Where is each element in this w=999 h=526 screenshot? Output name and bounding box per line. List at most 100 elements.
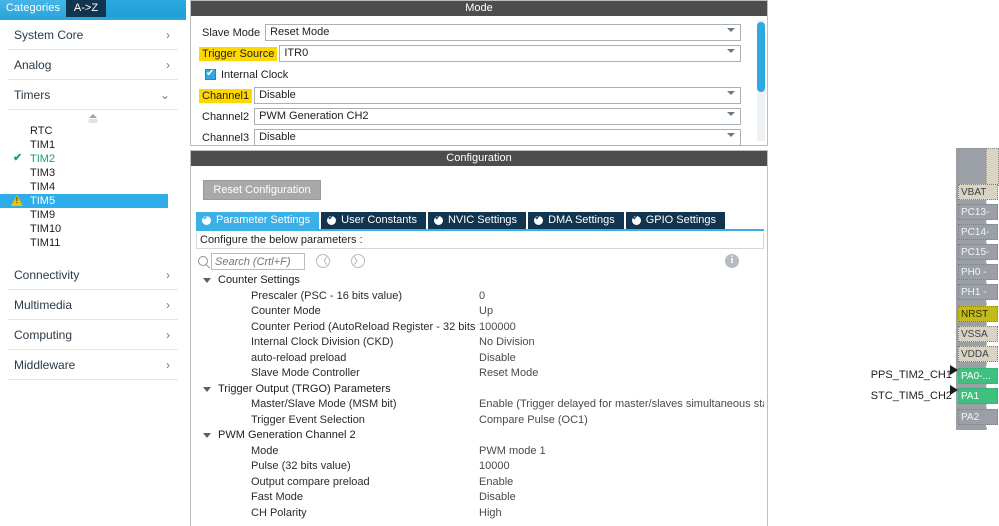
internal-clock-row[interactable]: Internal Clock <box>205 64 767 85</box>
sidebar-item-label: Multimedia <box>14 297 73 312</box>
check-circle-icon <box>534 213 544 225</box>
param-value: Compare Pulse (OC1) <box>479 413 588 426</box>
sidebar-item-timers[interactable]: Timers ⌄ <box>8 80 178 110</box>
slave-mode-select[interactable]: Reset Mode <box>265 24 741 41</box>
slave-mode-label: Slave Mode <box>202 26 261 39</box>
sidebar-item-system-core[interactable]: System Core › <box>8 20 178 50</box>
param-name: Mode <box>251 444 279 457</box>
info-icon[interactable] <box>725 254 739 268</box>
param-row[interactable]: Counter Period (AutoReload Register - 32… <box>196 320 764 336</box>
pin-pc14[interactable]: PC14- <box>958 224 998 240</box>
sidebar-item-connectivity[interactable]: Connectivity › <box>8 260 178 290</box>
mode-scrollbar-thumb[interactable] <box>757 22 765 92</box>
sidebar-item-label: System Core <box>14 27 84 42</box>
tab-label: User Constants <box>341 214 417 226</box>
mode-panel-body: Slave Mode Reset Mode Trigger Source ITR… <box>191 16 767 146</box>
param-group-counter-settings[interactable]: Counter Settings <box>196 273 764 289</box>
peripheral-sidebar: Categories A->Z System Core › Analog › T… <box>0 0 186 526</box>
param-group-trgo-parameters[interactable]: Trigger Output (TRGO) Parameters <box>196 382 764 398</box>
list-scroll-up-indicator[interactable] <box>0 110 186 124</box>
list-item[interactable]: TIM1 <box>0 138 186 152</box>
sidebar-item-multimedia[interactable]: Multimedia › <box>8 290 178 320</box>
tab-user-constants[interactable]: User Constants <box>321 212 426 229</box>
param-row[interactable]: Internal Clock Division (CKD) No Divisio… <box>196 335 764 351</box>
tab-label: GPIO Settings <box>645 214 717 226</box>
search-icon <box>198 256 208 266</box>
sidebar-item-analog[interactable]: Analog › <box>8 50 178 80</box>
list-item[interactable]: TIM11 <box>0 236 186 250</box>
param-row[interactable]: Prescaler (PSC - 16 bits value) 0 <box>196 289 764 305</box>
list-item-label: TIM11 <box>30 237 61 249</box>
pin-pc15[interactable]: PC15- <box>958 244 998 260</box>
param-value: No Division <box>479 336 535 348</box>
list-item[interactable]: TIM9 <box>0 208 186 222</box>
param-name: CH Polarity <box>251 506 307 519</box>
mode-row-channel1: Channel1 Disable <box>199 85 767 106</box>
check-circle-icon <box>433 213 443 225</box>
pin-pa0[interactable]: PA0-... <box>958 368 998 384</box>
param-row[interactable]: Pulse (32 bits value) 10000 <box>196 459 764 475</box>
param-row[interactable]: Counter Mode Up <box>196 304 764 320</box>
param-row[interactable]: Slave Mode Controller Reset Mode <box>196 366 764 382</box>
tab-a-to-z[interactable]: A->Z <box>66 0 106 17</box>
pin-nrst[interactable]: NRST <box>958 306 998 322</box>
pin-label-pa0: PPS_TIM2_CH1 <box>870 369 952 381</box>
mode-row-slave-mode: Slave Mode Reset Mode <box>199 22 767 43</box>
chevron-down-icon <box>727 28 735 32</box>
next-match-button[interactable]: 〉 <box>351 254 365 268</box>
pin-vssa[interactable]: VSSA <box>958 326 998 342</box>
sidebar-item-label: Computing <box>14 327 73 342</box>
chevron-right-icon: › <box>166 297 170 312</box>
tab-label: NVIC Settings <box>447 214 518 226</box>
tab-gpio-settings[interactable]: GPIO Settings <box>625 212 726 229</box>
param-group-pwm-generation-channel-2[interactable]: PWM Generation Channel 2 <box>196 428 764 444</box>
search-toolbar: 〈 〉 <box>196 253 764 273</box>
check-icon <box>13 151 27 166</box>
sidebar-item-middleware[interactable]: Middleware › <box>8 350 178 380</box>
pin-pa2[interactable]: PA2 <box>958 409 998 425</box>
pin-ph1[interactable]: PH1 - <box>958 284 998 300</box>
chevron-down-icon: ⌄ <box>159 87 170 102</box>
channel2-select[interactable]: PWM Generation CH2 <box>254 108 741 125</box>
pin-pa1[interactable]: PA1 <box>958 388 998 404</box>
param-row[interactable]: Trigger Event Selection Compare Pulse (O… <box>196 413 764 429</box>
sidebar-item-label: Timers <box>14 87 51 102</box>
param-row[interactable]: auto-reload preload Disable <box>196 351 764 367</box>
list-item[interactable]: RTC <box>0 124 186 138</box>
channel3-select[interactable]: Disable <box>254 129 741 146</box>
search-input[interactable] <box>211 253 305 270</box>
channel1-label: Channel1 <box>199 88 253 103</box>
reset-configuration-button[interactable]: Reset Configuration <box>203 180 321 200</box>
pin-vdda[interactable]: VDDA <box>958 346 998 362</box>
configuration-panel-title: Configuration <box>191 151 767 166</box>
status-mark <box>13 138 27 152</box>
pin-vbat[interactable]: VBAT <box>958 184 998 200</box>
tab-dma-settings[interactable]: DMA Settings <box>528 212 624 229</box>
tab-nvic-settings[interactable]: NVIC Settings <box>427 212 527 229</box>
list-item[interactable]: TIM10 <box>0 222 186 236</box>
param-row[interactable]: Master/Slave Mode (MSM bit) Enable (Trig… <box>196 397 764 413</box>
param-row[interactable]: Mode PWM mode 1 <box>196 444 764 460</box>
list-item-tim2[interactable]: TIM2 <box>0 151 186 166</box>
chevron-down-icon <box>203 433 211 438</box>
pin-ph0[interactable]: PH0 - <box>958 264 998 280</box>
pin-pc13[interactable]: PC13- <box>958 204 998 220</box>
internal-clock-checkbox[interactable] <box>205 68 216 80</box>
list-item[interactable]: TIM4 <box>0 180 186 194</box>
tab-parameter-settings[interactable]: Parameter Settings <box>196 212 320 229</box>
param-value: Up <box>479 305 494 317</box>
chevron-down-icon <box>203 278 211 283</box>
tab-categories[interactable]: Categories <box>0 0 66 17</box>
param-row[interactable]: CH Polarity High <box>196 506 764 520</box>
param-row[interactable]: Output compare preload Enable <box>196 475 764 491</box>
previous-match-button[interactable]: 〈 <box>316 254 330 268</box>
status-mark <box>13 124 27 138</box>
mode-scrollbar-track[interactable] <box>757 20 765 141</box>
list-item[interactable]: TIM3 <box>0 166 186 180</box>
mode-row-channel2: Channel2 PWM Generation CH2 <box>199 106 767 127</box>
trigger-source-select[interactable]: ITR0 <box>279 45 741 62</box>
param-row[interactable]: Fast Mode Disable <box>196 490 764 506</box>
channel1-select[interactable]: Disable <box>254 87 741 104</box>
sidebar-item-computing[interactable]: Computing › <box>8 320 178 350</box>
list-item-tim5-selected[interactable]: TIM5 <box>0 194 168 208</box>
